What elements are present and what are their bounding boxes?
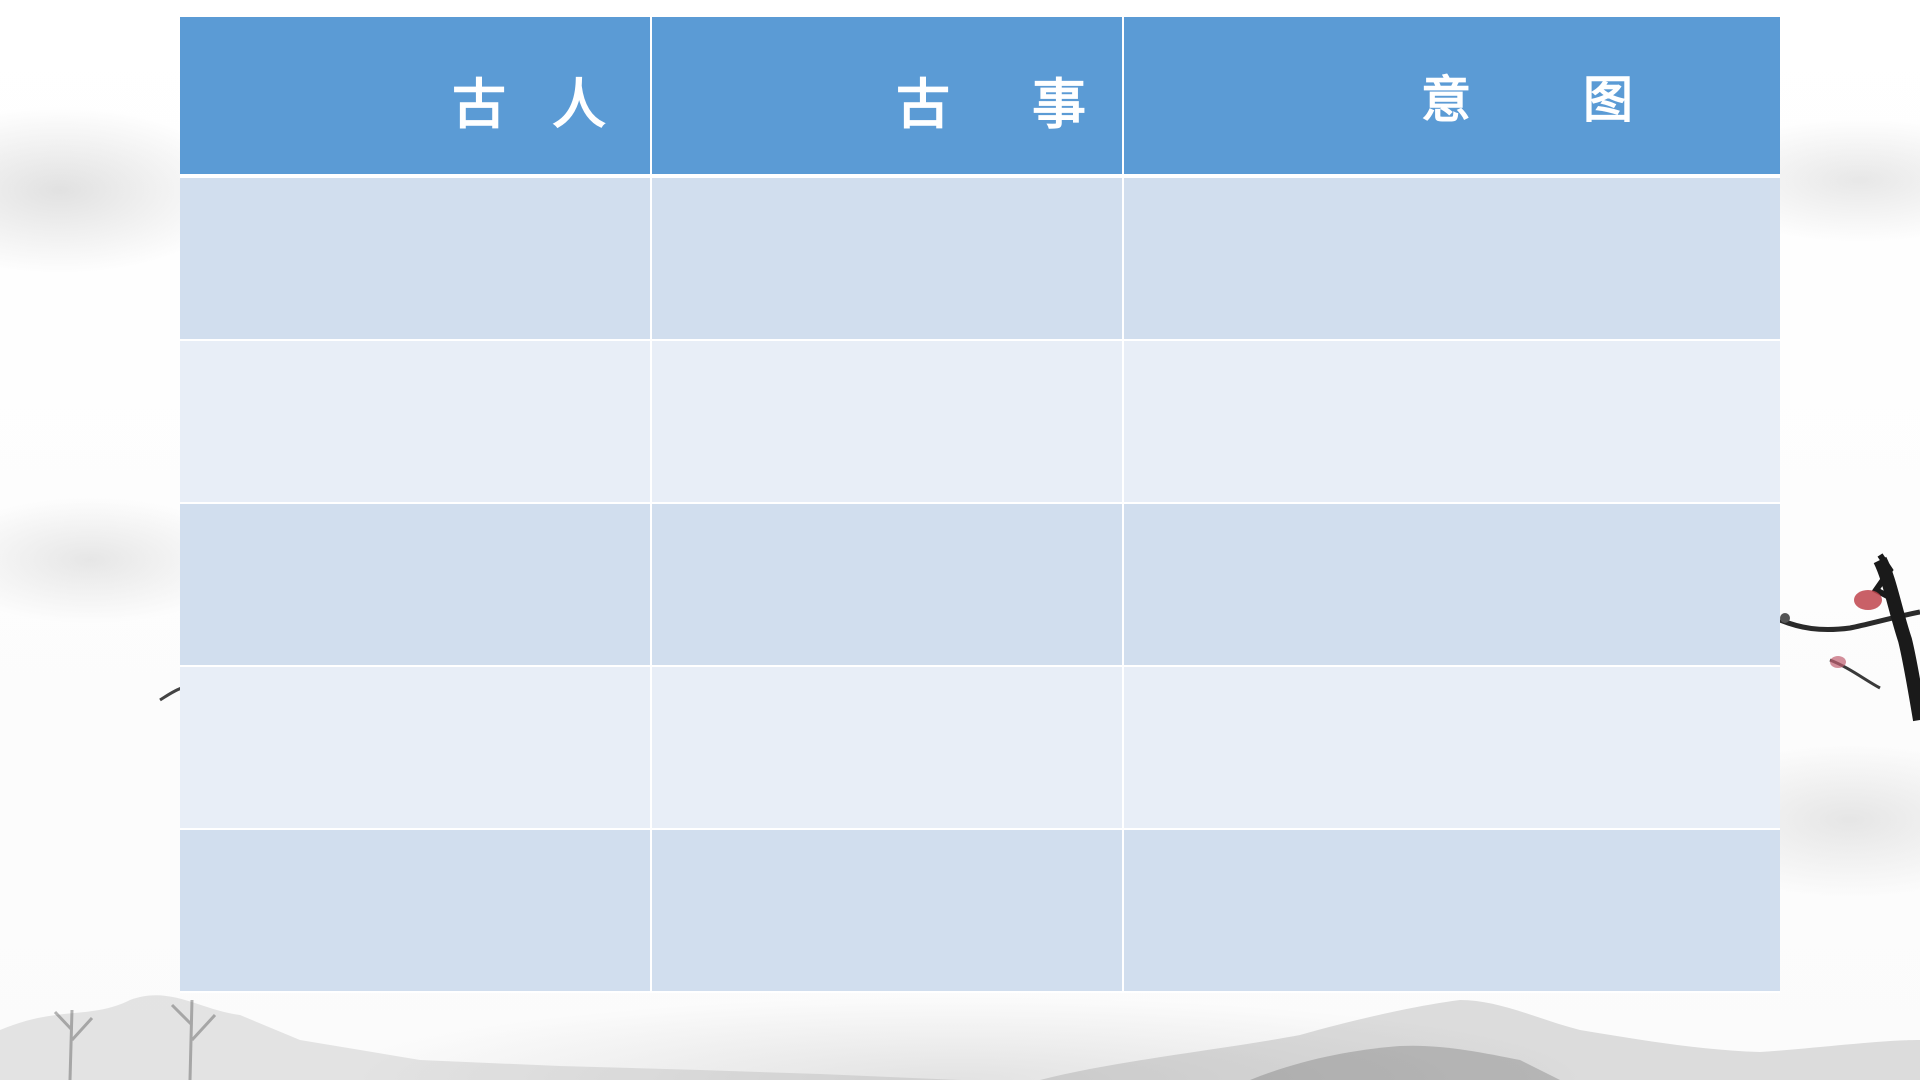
- table-cell: [1124, 667, 1780, 830]
- table-cell: [652, 830, 1124, 993]
- header-label: 古人: [452, 73, 652, 136]
- table-cell: [652, 341, 1124, 504]
- header-cell-ancient-event: 古事: [652, 17, 1124, 178]
- table-cell: [652, 504, 1124, 667]
- table-cell: [180, 341, 652, 504]
- table-cell: [180, 667, 652, 830]
- plum-branch-icon: [1779, 553, 1920, 722]
- allusion-table: 古人 古事 意图: [180, 17, 1780, 993]
- table-cell: [1124, 830, 1780, 993]
- table-cell: [1124, 341, 1780, 504]
- table-cell: [180, 830, 652, 993]
- table-cell: [180, 504, 652, 667]
- table-cell: [180, 178, 652, 341]
- table-cell: [1124, 504, 1780, 667]
- header-cell-intention: 意图: [1124, 17, 1780, 178]
- table-cell: [1124, 178, 1780, 341]
- table-cell: [652, 667, 1124, 830]
- header-cell-ancient-person: 古人: [180, 17, 652, 178]
- table-cell: [652, 178, 1124, 341]
- header-label: 意图: [1421, 70, 1745, 129]
